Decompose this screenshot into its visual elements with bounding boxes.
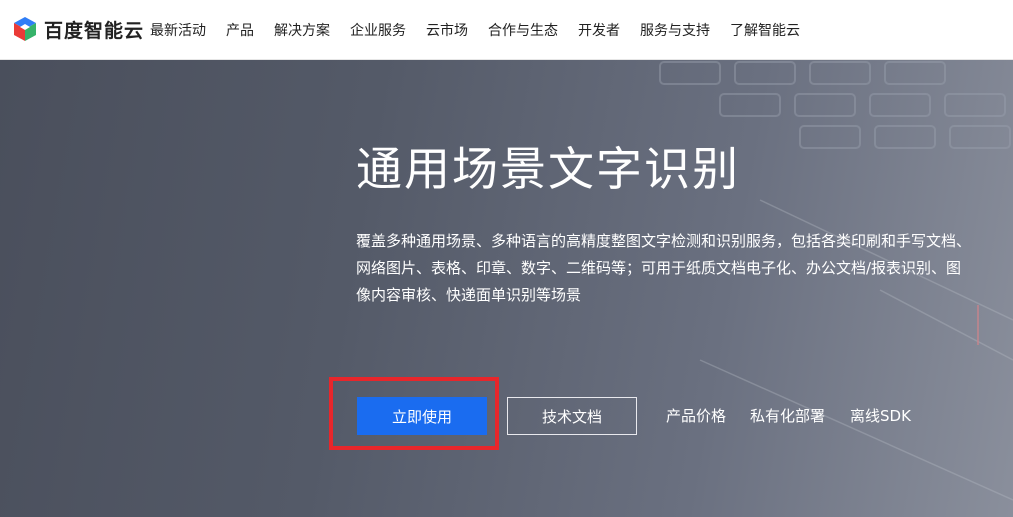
nav-item-partners-ecosystem[interactable]: 合作与生态 [488, 20, 558, 40]
top-navigation-bar: 百度智能云 最新活动 产品 解决方案 企业服务 云市场 合作与生态 开发者 服务… [0, 0, 1013, 60]
nav-item-enterprise-services[interactable]: 企业服务 [350, 20, 406, 40]
tech-docs-button[interactable]: 技术文档 [507, 397, 637, 435]
nav-item-cloud-market[interactable]: 云市场 [426, 20, 468, 40]
hero-banner: 通用场景文字识别 覆盖多种通用场景、多种语言的高精度整图文字检测和识别服务，包括… [0, 60, 1013, 517]
highlight-box [329, 377, 499, 450]
nav-item-developers[interactable]: 开发者 [578, 20, 620, 40]
offline-sdk-link[interactable]: 离线SDK [850, 405, 911, 426]
main-menu: 最新活动 产品 解决方案 企业服务 云市场 合作与生态 开发者 服务与支持 了解… [150, 0, 820, 59]
nav-item-latest-activities[interactable]: 最新活动 [150, 20, 206, 40]
baidu-cloud-cube-icon [14, 17, 36, 41]
page-title: 通用场景文字识别 [356, 142, 740, 196]
brand-name: 百度智能云 [44, 19, 145, 42]
hero-description: 覆盖多种通用场景、多种语言的高精度整图文字检测和识别服务，包括各类印刷和手写文档… [356, 232, 972, 304]
nav-item-about-cloud[interactable]: 了解智能云 [730, 20, 800, 40]
private-deployment-link[interactable]: 私有化部署 [750, 405, 825, 426]
brand-logo[interactable]: 百度智能云 [12, 14, 144, 44]
nav-item-solutions[interactable]: 解决方案 [274, 20, 330, 40]
pricing-link[interactable]: 产品价格 [666, 405, 726, 426]
nav-item-products[interactable]: 产品 [226, 20, 254, 40]
nav-item-service-support[interactable]: 服务与支持 [640, 20, 710, 40]
